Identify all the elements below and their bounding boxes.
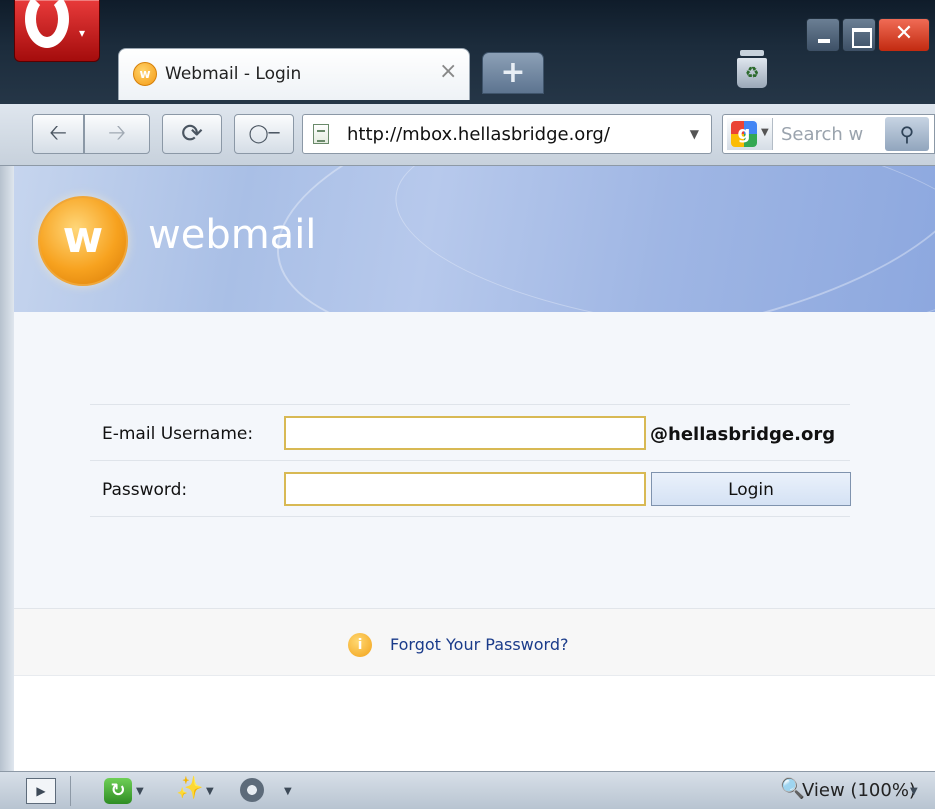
- panel-toggle-icon[interactable]: ▶: [26, 778, 56, 804]
- chevron-down-icon[interactable]: ▼: [206, 786, 214, 812]
- arrow-right-icon: 🡢: [108, 121, 126, 146]
- logo-text: webmail: [148, 212, 317, 258]
- key-icon: ◯─: [248, 123, 280, 144]
- address-dropdown-icon[interactable]: ▼: [690, 127, 699, 141]
- opera-menu-button[interactable]: ▾: [14, 0, 100, 62]
- recycle-icon: ♻: [737, 58, 767, 88]
- window-left-frame: [0, 166, 14, 771]
- username-input[interactable]: [284, 416, 646, 450]
- login-form: E-mail Username: @hellasbridge.org Passw…: [14, 312, 935, 608]
- reload-icon: ⟳: [181, 119, 203, 149]
- divider: [70, 776, 71, 806]
- logo-letter: w: [62, 212, 104, 263]
- close-window-button[interactable]: [878, 18, 930, 52]
- back-button[interactable]: 🡠: [32, 114, 84, 154]
- plus-icon: +: [500, 55, 526, 90]
- forgot-password-link[interactable]: Forgot Your Password?: [390, 635, 569, 654]
- divider: [90, 404, 850, 405]
- arrow-left-icon: 🡠: [49, 121, 67, 146]
- username-label: E-mail Username:: [102, 424, 254, 444]
- chevron-down-icon[interactable]: ▼: [284, 786, 292, 812]
- chevron-down-icon[interactable]: ▼: [910, 786, 918, 812]
- title-bar: ▾ w Webmail - Login × + ♻: [0, 0, 935, 104]
- webmail-favicon-icon: w: [133, 62, 157, 86]
- password-label: Password:: [102, 480, 188, 500]
- key-button[interactable]: ◯─: [234, 114, 294, 154]
- forward-button[interactable]: 🡢: [84, 114, 150, 154]
- divider: [90, 516, 850, 517]
- reload-button[interactable]: ⟳: [162, 114, 222, 154]
- address-url[interactable]: http://mbox.hellasbridge.org/: [347, 124, 610, 145]
- minimize-button[interactable]: [806, 18, 840, 52]
- address-bar[interactable]: http://mbox.hellasbridge.org/ ▼: [302, 114, 712, 154]
- new-tab-button[interactable]: +: [482, 52, 544, 94]
- webmail-banner: w webmail: [14, 166, 935, 312]
- sync-icon[interactable]: ↻: [104, 778, 132, 804]
- chevron-down-icon[interactable]: ▼: [136, 786, 144, 812]
- divider: [90, 460, 850, 461]
- tab-title: Webmail - Login: [165, 64, 302, 84]
- chevron-down-icon: ▼: [761, 127, 769, 138]
- search-input[interactable]: Search w: [781, 124, 881, 145]
- speed-dial-icon[interactable]: [240, 778, 264, 802]
- zoom-level[interactable]: View (100%): [802, 780, 916, 806]
- forgot-password-panel: i Forgot Your Password?: [14, 608, 935, 676]
- magnifier-icon[interactable]: ⚲: [885, 117, 929, 151]
- status-bar: ▶ ↻ ▼ ✨ ▼ ▼ 🔍 View (100%) ▼: [0, 771, 935, 809]
- webmail-logo-icon: w: [38, 196, 128, 286]
- webpage: w webmail E-mail Username: @hellasbridge…: [14, 166, 935, 771]
- opera-logo-icon: [25, 0, 69, 48]
- chevron-down-icon: ▾: [79, 26, 86, 40]
- maximize-button[interactable]: [842, 18, 876, 52]
- search-field[interactable]: g ▼ Search w ⚲: [722, 114, 935, 154]
- tab-webmail-login[interactable]: w Webmail - Login ×: [118, 48, 470, 100]
- trash-lid: [740, 50, 764, 56]
- tab-close-icon[interactable]: ×: [439, 59, 457, 84]
- login-button[interactable]: Login: [651, 472, 851, 506]
- turbo-icon[interactable]: ✨: [176, 776, 203, 802]
- password-input[interactable]: [284, 472, 646, 506]
- search-engine-selector[interactable]: g ▼: [727, 118, 773, 150]
- trash-icon[interactable]: ♻: [734, 50, 770, 90]
- info-icon: i: [348, 633, 372, 657]
- navigation-toolbar: 🡠 🡢 ⟳ ◯─ http://mbox.hellasbridge.org/ ▼…: [0, 104, 935, 166]
- google-icon: g: [731, 121, 757, 147]
- domain-suffix: @hellasbridge.org: [650, 424, 836, 445]
- page-icon: [313, 124, 329, 144]
